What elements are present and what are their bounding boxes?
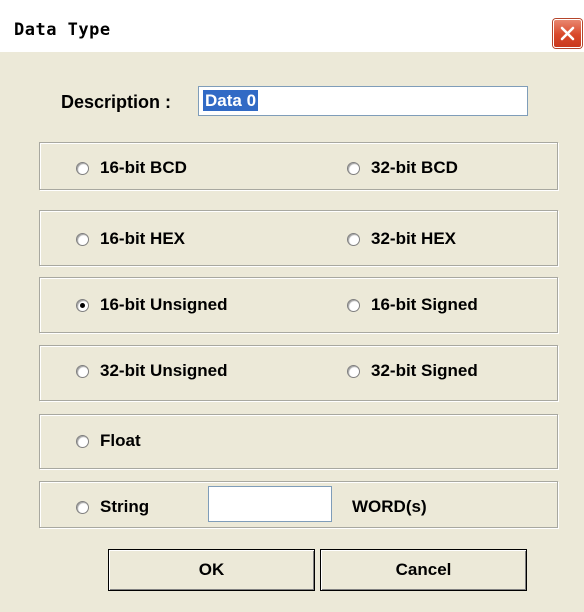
radio-circle-selected [76,298,89,312]
radio-label: 32-bit BCD [371,158,458,177]
radio-16-bit-bcd[interactable]: 16-bit BCD [76,158,187,178]
radio-circle [76,161,89,175]
radio-32-bit-unsigned[interactable]: 32-bit Unsigned [76,361,228,381]
title-bar[interactable]: Data Type [0,0,584,52]
radio-16-bit-unsigned[interactable]: 16-bit Unsigned [76,295,228,315]
radio-label: 32-bit Unsigned [100,361,228,380]
radio-string[interactable]: String [76,497,149,517]
radio-16-bit-signed[interactable]: 16-bit Signed [347,295,478,315]
description-label: Description : [61,92,172,112]
radio-circle [347,298,360,312]
radio-label: 16-bit HEX [100,229,186,248]
data-type-dialog: Data Type Description : Data 0 16-bit BC… [0,0,584,612]
radio-32-bit-signed[interactable]: 32-bit Signed [347,361,478,381]
radio-label: 16-bit Unsigned [100,295,228,314]
radio-label: String [100,497,150,516]
radio-32-bit-hex[interactable]: 32-bit HEX [347,229,456,249]
description-value: Data 0 [203,90,259,111]
radio-label: Float [100,431,141,450]
dialog-title: Data Type [14,20,111,40]
radio-32-bit-bcd[interactable]: 32-bit BCD [347,158,458,178]
radio-16-bit-hex[interactable]: 16-bit HEX [76,229,185,249]
description-input[interactable]: Data 0 [198,86,528,116]
radio-circle [347,364,360,378]
radio-circle [76,434,89,448]
ok-button[interactable]: OK [108,549,315,591]
radio-circle [347,161,360,175]
radio-label: 16-bit BCD [100,158,187,177]
close-icon [560,26,575,41]
radio-circle [76,364,89,378]
radio-float[interactable]: Float [76,431,141,451]
cancel-button[interactable]: Cancel [320,549,527,591]
close-button[interactable] [553,19,582,48]
words-unit-label: WORD(s) [352,497,427,516]
radio-label: 16-bit Signed [371,295,478,314]
radio-circle [347,232,360,246]
radio-label: 32-bit HEX [371,229,457,248]
radio-label: 32-bit Signed [371,361,478,380]
radio-circle [76,500,89,514]
radio-circle [76,232,89,246]
string-length-input[interactable] [208,486,332,522]
